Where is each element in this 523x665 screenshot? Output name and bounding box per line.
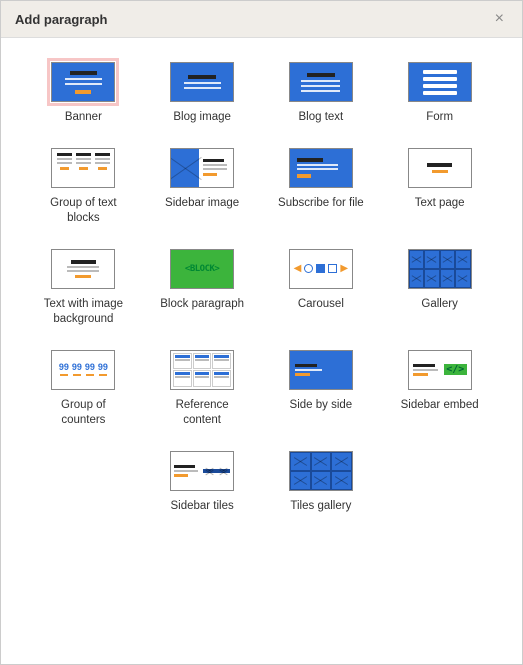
paragraph-option-gallery[interactable]: Gallery xyxy=(387,249,492,313)
sidebar-embed-icon: </> xyxy=(408,350,472,390)
paragraph-option-blog-text[interactable]: Blog text xyxy=(269,62,374,126)
subscribe-file-icon xyxy=(289,148,353,188)
paragraph-option-group-text-blocks[interactable]: Group of text blocks xyxy=(31,148,136,227)
paragraph-option-text-page[interactable]: Text page xyxy=(387,148,492,212)
paragraph-option-label: Block paragraph xyxy=(160,297,244,313)
paragraph-option-label: Subscribe for file xyxy=(278,196,364,212)
paragraph-option-blog-image[interactable]: Blog image xyxy=(150,62,255,126)
paragraph-option-label: Text page xyxy=(415,196,465,212)
paragraph-option-label: Form xyxy=(426,110,453,126)
paragraph-option-side-by-side[interactable]: Side by side xyxy=(269,350,374,414)
paragraph-option-label: Reference content xyxy=(157,398,247,429)
paragraph-option-reference-content[interactable]: Reference content xyxy=(150,350,255,429)
reference-content-icon xyxy=(170,350,234,390)
side-by-side-icon xyxy=(289,350,353,390)
sidebar-image-icon xyxy=(170,148,234,188)
close-button[interactable]: × xyxy=(491,11,508,27)
sidebar-tiles-icon xyxy=(170,451,234,491)
paragraph-type-grid: Banner Blog image Blog text xyxy=(31,62,492,514)
banner-icon xyxy=(51,62,115,102)
code-icon: </> xyxy=(446,364,464,375)
carousel-icon: ◀ ▶ xyxy=(289,249,353,289)
paragraph-option-text-with-img-bg[interactable]: Text with image background xyxy=(31,249,136,328)
text-with-img-bg-icon xyxy=(51,249,115,289)
paragraph-option-sidebar-image[interactable]: Sidebar image xyxy=(150,148,255,212)
gallery-icon xyxy=(408,249,472,289)
add-paragraph-dialog: Add paragraph × Banner xyxy=(0,0,523,665)
paragraph-option-form[interactable]: Form xyxy=(387,62,492,126)
paragraph-option-label: Gallery xyxy=(421,297,457,313)
paragraph-option-label: Blog image xyxy=(173,110,231,126)
paragraph-option-block-paragraph[interactable]: <BLOCK> Block paragraph xyxy=(150,249,255,313)
form-icon xyxy=(408,62,472,102)
group-counters-icon: 99 99 99 99 xyxy=(51,350,115,390)
paragraph-option-label: Carousel xyxy=(298,297,344,313)
block-text: BLOCK xyxy=(190,264,215,274)
tiles-gallery-icon xyxy=(289,451,353,491)
paragraph-option-label: Banner xyxy=(65,110,102,126)
paragraph-option-tiles-gallery[interactable]: Tiles gallery xyxy=(269,451,374,515)
paragraph-option-label: Side by side xyxy=(290,398,353,414)
paragraph-option-label: Text with image background xyxy=(38,297,128,328)
paragraph-option-sidebar-embed[interactable]: </> Sidebar embed xyxy=(387,350,492,414)
blog-image-icon xyxy=(170,62,234,102)
group-text-blocks-icon xyxy=(51,148,115,188)
paragraph-option-label: Tiles gallery xyxy=(290,499,351,515)
paragraph-option-label: Group of text blocks xyxy=(38,196,128,227)
paragraph-option-subscribe-file[interactable]: Subscribe for file xyxy=(269,148,374,212)
dialog-title: Add paragraph xyxy=(15,12,107,27)
dialog-header: Add paragraph × xyxy=(1,1,522,38)
paragraph-option-label: Blog text xyxy=(299,110,344,126)
paragraph-option-carousel[interactable]: ◀ ▶ Carousel xyxy=(269,249,374,313)
paragraph-option-label: Group of counters xyxy=(38,398,128,429)
text-page-icon xyxy=(408,148,472,188)
paragraph-option-label: Sidebar tiles xyxy=(170,499,233,515)
paragraph-option-sidebar-tiles[interactable]: Sidebar tiles xyxy=(150,451,255,515)
paragraph-option-label: Sidebar image xyxy=(165,196,239,212)
blog-text-icon xyxy=(289,62,353,102)
block-paragraph-icon: <BLOCK> xyxy=(170,249,234,289)
paragraph-option-banner[interactable]: Banner xyxy=(31,62,136,126)
dialog-body: Banner Blog image Blog text xyxy=(1,38,522,664)
paragraph-option-label: Sidebar embed xyxy=(401,398,479,414)
paragraph-option-group-counters[interactable]: 99 99 99 99 Group of counters xyxy=(31,350,136,429)
